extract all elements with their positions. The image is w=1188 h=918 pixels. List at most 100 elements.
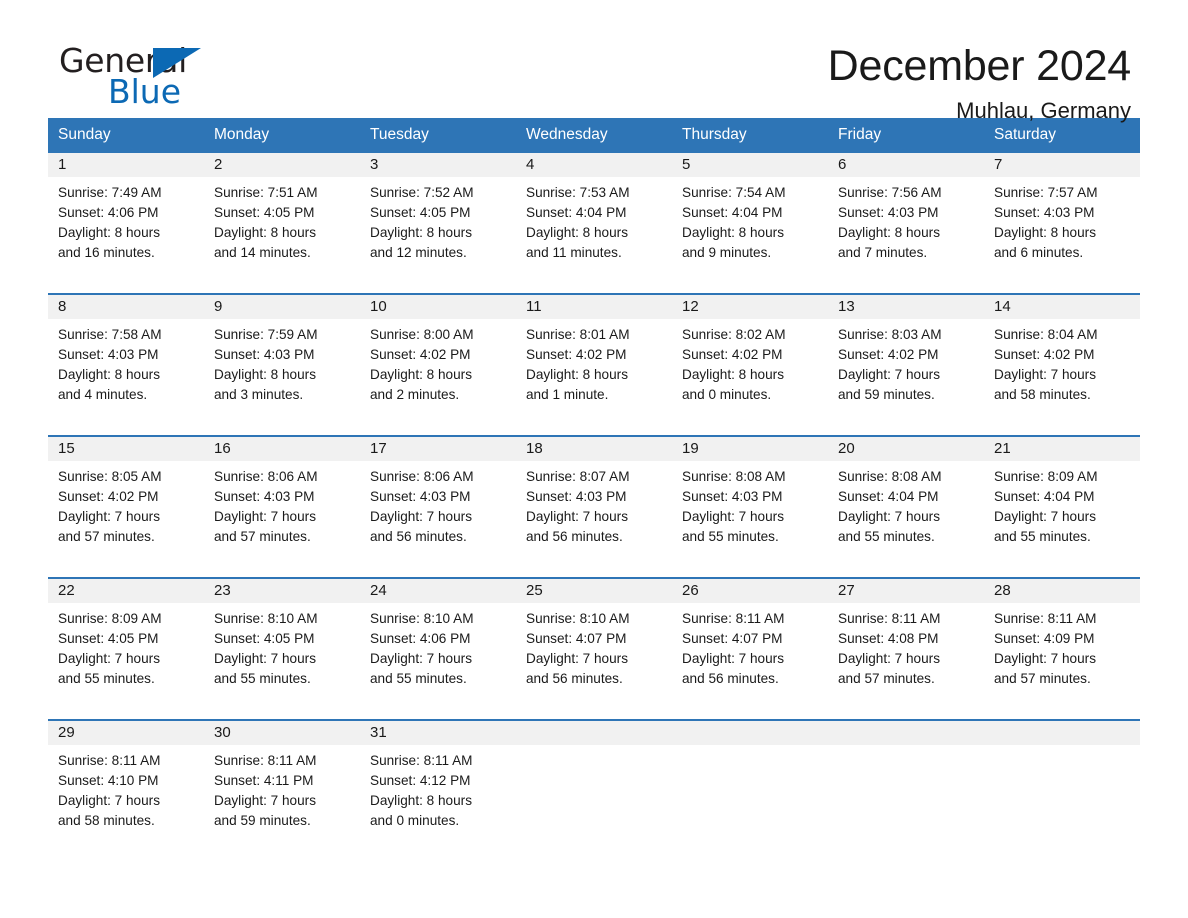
day-cell[interactable]: Sunrise: 7:56 AM Sunset: 4:03 PM Dayligh… xyxy=(828,177,984,294)
day-number: 11 xyxy=(516,293,672,319)
title-block: December 2024 Muhlau, Germany xyxy=(827,40,1132,126)
page-title: December 2024 xyxy=(827,42,1132,90)
day-sun-info: Sunrise: 8:11 AM Sunset: 4:09 PM Dayligh… xyxy=(994,611,1097,686)
day-number: 19 xyxy=(672,435,828,461)
day-cell[interactable]: Sunrise: 8:10 AM Sunset: 4:07 PM Dayligh… xyxy=(516,603,672,720)
day-cell[interactable]: Sunrise: 8:03 AM Sunset: 4:02 PM Dayligh… xyxy=(828,319,984,436)
day-cell[interactable]: Sunrise: 8:11 AM Sunset: 4:12 PM Dayligh… xyxy=(360,745,516,861)
day-sun-info: Sunrise: 7:54 AM Sunset: 4:04 PM Dayligh… xyxy=(682,185,786,260)
day-cell[interactable]: Sunrise: 7:53 AM Sunset: 4:04 PM Dayligh… xyxy=(516,177,672,294)
day-cell[interactable]: Sunrise: 7:52 AM Sunset: 4:05 PM Dayligh… xyxy=(360,177,516,294)
day-cell[interactable]: Sunrise: 8:09 AM Sunset: 4:05 PM Dayligh… xyxy=(48,603,204,720)
day-cell[interactable]: Sunrise: 7:59 AM Sunset: 4:03 PM Dayligh… xyxy=(204,319,360,436)
day-number-empty xyxy=(984,719,1140,745)
day-cell[interactable]: Sunrise: 8:04 AM Sunset: 4:02 PM Dayligh… xyxy=(984,319,1140,436)
day-cell[interactable]: Sunrise: 8:11 AM Sunset: 4:11 PM Dayligh… xyxy=(204,745,360,861)
day-sun-info: Sunrise: 7:59 AM Sunset: 4:03 PM Dayligh… xyxy=(214,327,318,402)
week-2-details: Sunrise: 7:58 AM Sunset: 4:03 PM Dayligh… xyxy=(48,319,1140,436)
day-cell[interactable]: Sunrise: 8:05 AM Sunset: 4:02 PM Dayligh… xyxy=(48,461,204,578)
day-number: 21 xyxy=(984,435,1140,461)
day-cell[interactable]: Sunrise: 8:06 AM Sunset: 4:03 PM Dayligh… xyxy=(204,461,360,578)
day-cell[interactable]: Sunrise: 7:57 AM Sunset: 4:03 PM Dayligh… xyxy=(984,177,1140,294)
day-cell[interactable]: Sunrise: 7:54 AM Sunset: 4:04 PM Dayligh… xyxy=(672,177,828,294)
day-number: 30 xyxy=(204,719,360,745)
day-cell[interactable]: Sunrise: 8:06 AM Sunset: 4:03 PM Dayligh… xyxy=(360,461,516,578)
day-number: 9 xyxy=(204,293,360,319)
day-sun-info: Sunrise: 7:49 AM Sunset: 4:06 PM Dayligh… xyxy=(58,185,162,260)
day-sun-info: Sunrise: 7:58 AM Sunset: 4:03 PM Dayligh… xyxy=(58,327,162,402)
week-4-details: Sunrise: 8:09 AM Sunset: 4:05 PM Dayligh… xyxy=(48,603,1140,720)
day-cell[interactable]: Sunrise: 8:01 AM Sunset: 4:02 PM Dayligh… xyxy=(516,319,672,436)
day-cell[interactable]: Sunrise: 8:10 AM Sunset: 4:06 PM Dayligh… xyxy=(360,603,516,720)
day-number: 12 xyxy=(672,293,828,319)
day-cell[interactable]: Sunrise: 8:10 AM Sunset: 4:05 PM Dayligh… xyxy=(204,603,360,720)
day-number: 17 xyxy=(360,435,516,461)
day-number: 1 xyxy=(48,153,204,177)
day-sun-info: Sunrise: 8:09 AM Sunset: 4:04 PM Dayligh… xyxy=(994,469,1098,544)
day-cell[interactable]: Sunrise: 8:11 AM Sunset: 4:09 PM Dayligh… xyxy=(984,603,1140,720)
day-sun-info: Sunrise: 8:07 AM Sunset: 4:03 PM Dayligh… xyxy=(526,469,630,544)
day-cell[interactable]: Sunrise: 7:49 AM Sunset: 4:06 PM Dayligh… xyxy=(48,177,204,294)
day-number: 7 xyxy=(984,153,1140,177)
calendar-table: Sunday Monday Tuesday Wednesday Thursday… xyxy=(48,118,1140,861)
day-cell[interactable]: Sunrise: 7:51 AM Sunset: 4:05 PM Dayligh… xyxy=(204,177,360,294)
day-cell[interactable]: Sunrise: 8:08 AM Sunset: 4:04 PM Dayligh… xyxy=(828,461,984,578)
day-cell[interactable]: Sunrise: 8:11 AM Sunset: 4:10 PM Dayligh… xyxy=(48,745,204,861)
day-sun-info: Sunrise: 8:01 AM Sunset: 4:02 PM Dayligh… xyxy=(526,327,630,402)
day-sun-info: Sunrise: 8:11 AM Sunset: 4:11 PM Dayligh… xyxy=(214,753,317,828)
day-cell[interactable]: Sunrise: 8:11 AM Sunset: 4:08 PM Dayligh… xyxy=(828,603,984,720)
logo-text-blue: Blue xyxy=(108,72,182,111)
day-number: 15 xyxy=(48,435,204,461)
day-number: 5 xyxy=(672,153,828,177)
day-sun-info: Sunrise: 8:10 AM Sunset: 4:05 PM Dayligh… xyxy=(214,611,318,686)
day-cell[interactable]: Sunrise: 8:02 AM Sunset: 4:02 PM Dayligh… xyxy=(672,319,828,436)
day-sun-info: Sunrise: 8:11 AM Sunset: 4:07 PM Dayligh… xyxy=(682,611,785,686)
day-cell[interactable]: Sunrise: 8:00 AM Sunset: 4:02 PM Dayligh… xyxy=(360,319,516,436)
day-cell-empty xyxy=(984,745,1140,861)
day-number: 10 xyxy=(360,293,516,319)
day-sun-info: Sunrise: 7:52 AM Sunset: 4:05 PM Dayligh… xyxy=(370,185,474,260)
week-1-daynumbers: 1 2 3 4 5 6 7 xyxy=(48,153,1140,177)
day-number: 22 xyxy=(48,577,204,603)
day-sun-info: Sunrise: 8:00 AM Sunset: 4:02 PM Dayligh… xyxy=(370,327,474,402)
weekday-header-wednesday: Wednesday xyxy=(516,118,672,153)
day-sun-info: Sunrise: 8:03 AM Sunset: 4:02 PM Dayligh… xyxy=(838,327,942,402)
day-number: 28 xyxy=(984,577,1140,603)
day-cell[interactable]: Sunrise: 8:09 AM Sunset: 4:04 PM Dayligh… xyxy=(984,461,1140,578)
day-cell[interactable]: Sunrise: 8:07 AM Sunset: 4:03 PM Dayligh… xyxy=(516,461,672,578)
day-number-empty xyxy=(672,719,828,745)
day-sun-info: Sunrise: 8:11 AM Sunset: 4:08 PM Dayligh… xyxy=(838,611,941,686)
day-sun-info: Sunrise: 8:06 AM Sunset: 4:03 PM Dayligh… xyxy=(370,469,474,544)
day-sun-info: Sunrise: 8:11 AM Sunset: 4:10 PM Dayligh… xyxy=(58,753,161,828)
day-number: 26 xyxy=(672,577,828,603)
day-cell[interactable]: Sunrise: 8:11 AM Sunset: 4:07 PM Dayligh… xyxy=(672,603,828,720)
week-5-details: Sunrise: 8:11 AM Sunset: 4:10 PM Dayligh… xyxy=(48,745,1140,861)
day-number: 29 xyxy=(48,719,204,745)
page-header: General Blue December 2024 Muhlau, Germa… xyxy=(48,0,1140,124)
week-2-daynumbers: 8 9 10 11 12 13 14 xyxy=(48,293,1140,319)
week-3-details: Sunrise: 8:05 AM Sunset: 4:02 PM Dayligh… xyxy=(48,461,1140,578)
location-subtitle: Muhlau, Germany xyxy=(956,98,1131,123)
day-sun-info: Sunrise: 7:53 AM Sunset: 4:04 PM Dayligh… xyxy=(526,185,630,260)
day-number: 24 xyxy=(360,577,516,603)
day-sun-info: Sunrise: 8:08 AM Sunset: 4:04 PM Dayligh… xyxy=(838,469,942,544)
weekday-header-monday: Monday xyxy=(204,118,360,153)
day-sun-info: Sunrise: 8:06 AM Sunset: 4:03 PM Dayligh… xyxy=(214,469,318,544)
day-cell[interactable]: Sunrise: 8:08 AM Sunset: 4:03 PM Dayligh… xyxy=(672,461,828,578)
day-number: 3 xyxy=(360,153,516,177)
day-sun-info: Sunrise: 8:11 AM Sunset: 4:12 PM Dayligh… xyxy=(370,753,473,828)
weekday-header-sunday: Sunday xyxy=(48,118,204,153)
day-number-empty xyxy=(828,719,984,745)
day-sun-info: Sunrise: 7:56 AM Sunset: 4:03 PM Dayligh… xyxy=(838,185,942,260)
general-blue-logo: General Blue xyxy=(59,42,259,111)
day-number: 4 xyxy=(516,153,672,177)
day-number: 8 xyxy=(48,293,204,319)
day-sun-info: Sunrise: 8:10 AM Sunset: 4:07 PM Dayligh… xyxy=(526,611,630,686)
day-sun-info: Sunrise: 8:02 AM Sunset: 4:02 PM Dayligh… xyxy=(682,327,786,402)
day-number: 6 xyxy=(828,153,984,177)
day-cell[interactable]: Sunrise: 7:58 AM Sunset: 4:03 PM Dayligh… xyxy=(48,319,204,436)
day-sun-info: Sunrise: 8:10 AM Sunset: 4:06 PM Dayligh… xyxy=(370,611,474,686)
week-4-daynumbers: 22 23 24 25 26 27 28 xyxy=(48,577,1140,603)
week-5-daynumbers: 29 30 31 xyxy=(48,719,1140,745)
day-number: 18 xyxy=(516,435,672,461)
